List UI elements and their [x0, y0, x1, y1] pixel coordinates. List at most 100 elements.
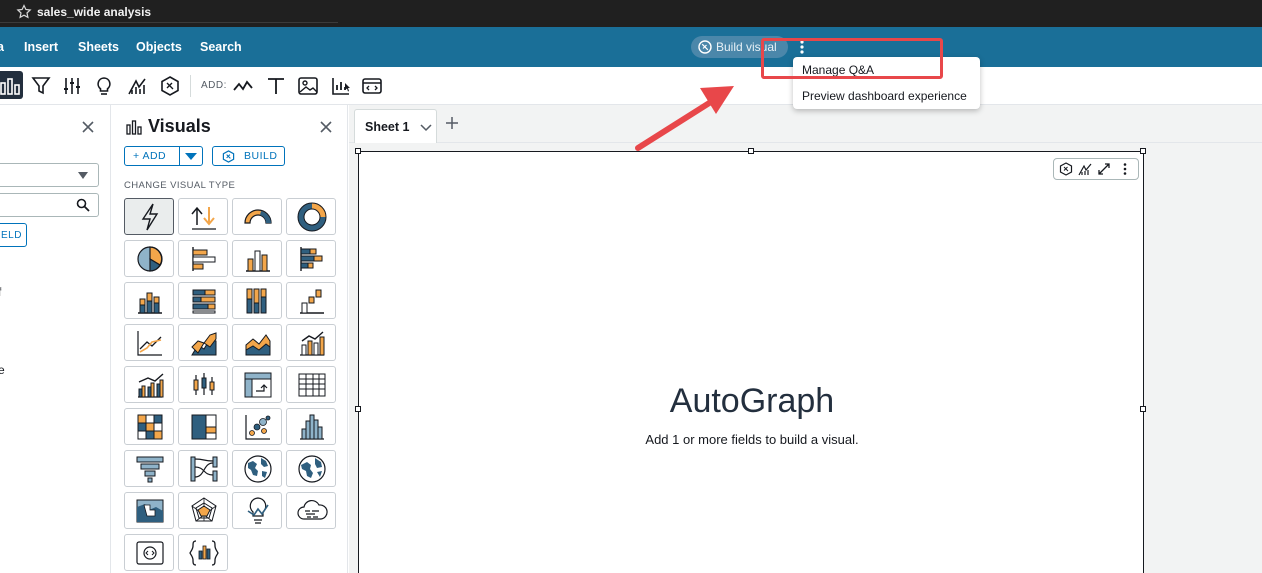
visual-type-heat-map[interactable] [124, 408, 174, 445]
add-text-icon[interactable] [265, 75, 287, 97]
add-field-button[interactable]: ELD [0, 223, 27, 247]
add-insight-icon[interactable] [330, 75, 352, 97]
field-label-fragment: e [0, 363, 5, 377]
fields-panel: ELD f e [0, 105, 111, 573]
add-line-chart-icon[interactable] [232, 75, 254, 97]
visuals-panel: Visuals + ADD BUILD CHANGE VISUAL TYPE [112, 105, 348, 573]
build-visual-icon [698, 40, 712, 54]
visual-type-insight[interactable] [232, 492, 282, 529]
search-icon [76, 198, 90, 212]
visual-type-histogram[interactable] [286, 408, 336, 445]
visual-type-waterfall[interactable] [286, 282, 336, 319]
expand-icon[interactable] [1097, 162, 1111, 176]
tab-sheet-1[interactable]: Sheet 1 [354, 109, 437, 143]
visual-type-horizontal-bar[interactable] [178, 240, 228, 277]
visual-type-scatter[interactable] [232, 408, 282, 445]
visual-type-stacked-100-horizontal-bar[interactable] [178, 282, 228, 319]
sheet-tab-label: Sheet 1 [365, 120, 410, 134]
funnel-icon [136, 456, 164, 483]
close-icon[interactable] [318, 119, 334, 135]
visual-type-radar[interactable] [178, 492, 228, 529]
radar-icon [191, 497, 217, 522]
dataset-select[interactable] [0, 163, 99, 187]
menu-item-insert[interactable]: Insert [24, 40, 58, 54]
build-icon[interactable] [1059, 162, 1073, 176]
build-icon[interactable] [159, 75, 181, 97]
insights-icon[interactable] [93, 75, 115, 97]
visual-type-kpi[interactable] [178, 198, 228, 235]
visual-type-stacked-vertical-bar[interactable] [124, 282, 174, 319]
stacked-vertical-bar-icon [138, 292, 162, 314]
visual-type-bar-line-combo[interactable] [286, 324, 336, 361]
visual-type-clustered-combo[interactable] [124, 366, 174, 403]
visual-toolbar [1053, 158, 1139, 180]
add-visual-button[interactable]: + ADD [124, 146, 203, 166]
visual-type-stacked-100-vertical-bar[interactable] [232, 282, 282, 319]
add-sheet-icon[interactable] [444, 115, 460, 131]
visual-type-vertical-bar[interactable] [232, 240, 282, 277]
sheet-canvas: AutoGraph Add 1 or more fields to build … [349, 143, 1262, 573]
visual-type-table[interactable] [286, 366, 336, 403]
stacked-100-vertical-bar-icon [246, 288, 267, 314]
visual-title: AutoGraph [669, 382, 835, 420]
highlight-box [761, 38, 943, 79]
menu-item-preview-dashboard[interactable]: Preview dashboard experience [802, 89, 967, 103]
tree-map-icon [191, 414, 217, 440]
visual-type-embed[interactable] [124, 534, 174, 571]
visual-type-pivot-table[interactable] [232, 366, 282, 403]
visual-type-line[interactable] [124, 324, 174, 361]
visual-type-geospatial-map[interactable] [124, 492, 174, 529]
visual-type-box-plot[interactable] [178, 366, 228, 403]
visual-type-donut[interactable] [286, 198, 336, 235]
scatter-icon [245, 415, 271, 440]
parameters-icon[interactable] [61, 75, 83, 97]
menu-item-objects[interactable]: Objects [136, 40, 182, 54]
chevron-down-icon[interactable] [420, 123, 432, 133]
stacked-area-icon [245, 334, 271, 356]
build-button[interactable]: BUILD [212, 146, 285, 166]
chevron-down-icon [78, 172, 88, 179]
visual-type-stacked-area[interactable] [232, 324, 282, 361]
visual-type-stacked-horizontal-bar[interactable] [286, 240, 336, 277]
visual-type-points-map[interactable] [286, 450, 336, 487]
visual-type-sankey[interactable] [178, 450, 228, 487]
forecast-icon[interactable] [126, 75, 148, 97]
add-embed-icon[interactable] [361, 75, 383, 97]
close-icon[interactable] [80, 119, 96, 135]
resize-handle[interactable] [1140, 148, 1146, 154]
visual-type-area[interactable] [178, 324, 228, 361]
menu-item-search[interactable]: Search [200, 40, 242, 54]
add-image-icon[interactable] [297, 75, 319, 97]
visual-type-tree-map[interactable] [178, 408, 228, 445]
points-map-icon [298, 455, 326, 483]
area-icon [191, 332, 217, 356]
menu-item-sheets[interactable]: Sheets [78, 40, 119, 54]
visual-type-funnel[interactable] [124, 450, 174, 487]
visual-type-word-cloud[interactable] [286, 492, 336, 529]
visual-type-custom-visual[interactable] [178, 534, 228, 571]
change-visual-type-label: CHANGE VISUAL TYPE [124, 180, 236, 191]
toolbar-divider [190, 75, 191, 97]
autograph-icon [141, 203, 159, 231]
caret-down-icon[interactable] [185, 153, 197, 160]
visual-type-filled-map[interactable] [232, 450, 282, 487]
waterfall-icon [300, 289, 324, 314]
autograph-visual[interactable]: AutoGraph Add 1 or more fields to build … [355, 148, 1146, 573]
more-options-icon[interactable] [1118, 162, 1132, 176]
resize-handle[interactable] [748, 148, 754, 154]
star-icon[interactable] [16, 4, 32, 20]
visual-type-autograph[interactable] [124, 198, 174, 235]
visual-type-pie[interactable] [124, 240, 174, 277]
filter-icon[interactable] [30, 75, 52, 97]
horizontal-bar-icon [192, 247, 216, 271]
vertical-bar-icon [246, 250, 270, 272]
visual-type-gauge[interactable] [232, 198, 282, 235]
visuals-tool-icon[interactable] [0, 75, 22, 97]
custom-visual-icon [189, 540, 219, 566]
forecast-icon[interactable] [1078, 162, 1092, 176]
window-title-bar: sales_wide analysis [0, 0, 1262, 27]
resize-handle[interactable] [355, 148, 361, 154]
field-search-input[interactable] [0, 193, 99, 217]
menu-item-data[interactable]: a [0, 40, 4, 54]
annotation-arrow-icon [635, 86, 734, 151]
